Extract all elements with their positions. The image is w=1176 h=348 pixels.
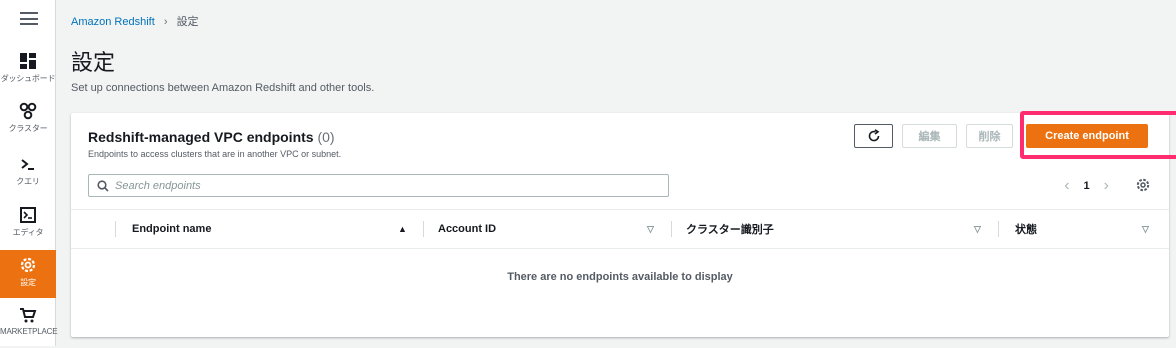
nav-label: 設定 bbox=[20, 278, 36, 287]
column-header-account-id[interactable]: Account ID ▽ bbox=[423, 210, 671, 248]
clusters-icon bbox=[19, 102, 37, 120]
column-label: 状態 bbox=[1015, 224, 1037, 236]
chevron-left-icon[interactable]: ‹ bbox=[1064, 177, 1069, 195]
refresh-button[interactable] bbox=[854, 124, 893, 148]
search-input[interactable] bbox=[115, 179, 655, 192]
query-icon bbox=[21, 159, 34, 170]
panel-description: Endpoints to access clusters that are in… bbox=[88, 149, 342, 159]
table-header: Endpoint name ▲ Account ID ▽ クラスター識別子 ▽ … bbox=[71, 209, 1169, 249]
edit-button[interactable]: 編集 bbox=[902, 124, 957, 148]
nav-item-editor[interactable]: エディタ bbox=[0, 200, 56, 248]
nav-item-clusters[interactable]: クラスター bbox=[0, 96, 56, 144]
main-content: Amazon Redshift › 設定 設定 Set up connectio… bbox=[57, 0, 1176, 346]
sort-icon: ▽ bbox=[1142, 223, 1149, 234]
endpoint-count: (0) bbox=[317, 129, 335, 145]
vpc-endpoints-panel: Redshift-managed VPC endpoints (0) Endpo… bbox=[71, 113, 1169, 337]
sidebar: ダッシュボード クラスター クエリ エディタ 設定 MARKETPLACE bbox=[0, 0, 58, 348]
column-divider bbox=[671, 221, 672, 237]
chevron-right-icon[interactable]: › bbox=[1104, 177, 1109, 195]
column-label: Account ID bbox=[438, 223, 497, 235]
pagination: ‹ 1 › bbox=[1064, 177, 1109, 195]
page-number[interactable]: 1 bbox=[1084, 180, 1090, 192]
nav-label: ダッシュボード bbox=[0, 74, 56, 83]
page-subtitle: Set up connections between Amazon Redshi… bbox=[71, 82, 375, 94]
breadcrumb-current: 設定 bbox=[176, 16, 199, 28]
panel-title-text: Redshift-managed VPC endpoints bbox=[88, 129, 314, 145]
column-label: Endpoint name bbox=[132, 223, 212, 235]
refresh-icon bbox=[868, 129, 879, 142]
column-divider bbox=[998, 221, 999, 237]
sort-icon: ▽ bbox=[647, 223, 654, 234]
page-title: 設定 bbox=[71, 50, 116, 75]
delete-button[interactable]: 削除 bbox=[966, 124, 1013, 148]
nav-item-dashboard[interactable]: ダッシュボード bbox=[0, 46, 56, 94]
column-label: クラスター識別子 bbox=[686, 224, 774, 236]
empty-state-message: There are no endpoints available to disp… bbox=[507, 271, 733, 283]
column-header-status[interactable]: 状態 ▽ bbox=[998, 210, 1169, 248]
column-header-cluster-identifier[interactable]: クラスター識別子 ▽ bbox=[671, 210, 998, 248]
editor-icon bbox=[20, 207, 36, 223]
sort-ascending-icon: ▲ bbox=[398, 224, 407, 234]
gear-icon[interactable] bbox=[1135, 177, 1151, 193]
menu-icon[interactable] bbox=[20, 12, 38, 25]
settings-icon bbox=[20, 257, 36, 273]
sort-icon: ▽ bbox=[974, 223, 981, 234]
search-box bbox=[88, 174, 669, 197]
column-divider bbox=[115, 221, 116, 237]
nav-item-query[interactable]: クエリ bbox=[0, 149, 56, 197]
nav-label: クラスター bbox=[8, 124, 48, 133]
nav-item-settings[interactable]: 設定 bbox=[0, 250, 56, 298]
nav-label: MARKETPLACE bbox=[0, 327, 58, 336]
column-divider bbox=[423, 221, 424, 237]
column-header-endpoint-name[interactable]: Endpoint name ▲ bbox=[115, 210, 423, 248]
search-icon bbox=[97, 179, 109, 192]
highlight-box bbox=[1020, 111, 1176, 159]
panel-title: Redshift-managed VPC endpoints (0) bbox=[88, 129, 335, 145]
nav-item-marketplace[interactable]: MARKETPLACE bbox=[0, 300, 58, 348]
marketplace-icon bbox=[20, 308, 37, 323]
chevron-right-icon: › bbox=[163, 16, 168, 28]
nav-label: エディタ bbox=[12, 228, 44, 237]
nav-label: クエリ bbox=[16, 177, 40, 186]
breadcrumb: Amazon Redshift › 設定 bbox=[71, 13, 199, 29]
dashboard-icon bbox=[20, 53, 36, 69]
breadcrumb-root-link[interactable]: Amazon Redshift bbox=[71, 16, 155, 28]
